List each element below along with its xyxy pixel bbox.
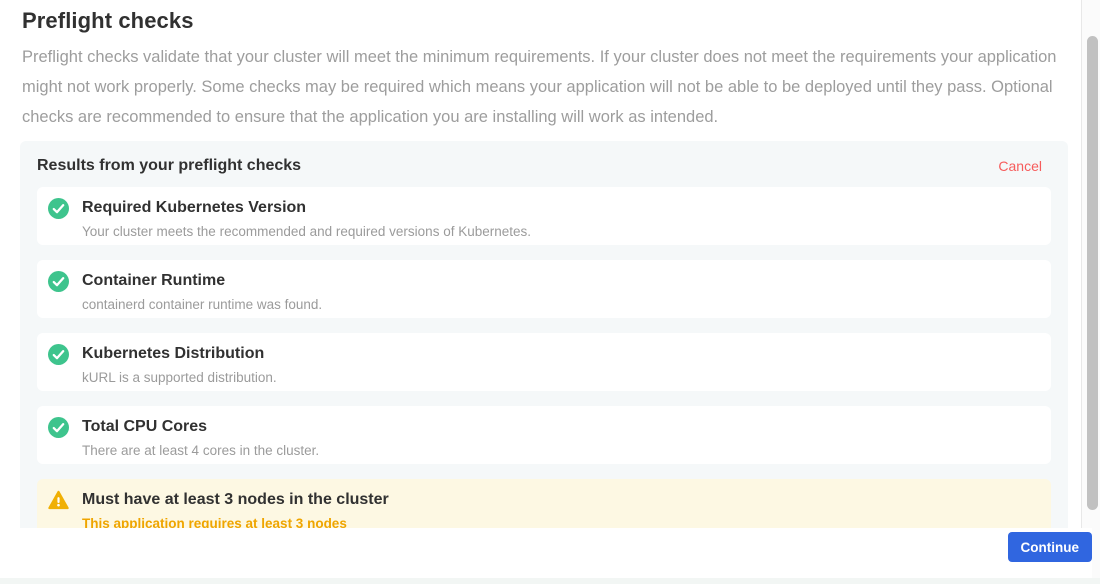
preflight-results-panel: Results from your preflight checks Cance… — [20, 141, 1068, 554]
check-text: Kubernetes Distribution kURL is a suppor… — [82, 342, 277, 385]
check-title: Required Kubernetes Version — [82, 197, 531, 218]
check-text: Container Runtime containerd container r… — [82, 269, 322, 312]
continue-button[interactable]: Continue — [1008, 532, 1093, 562]
check-message: There are at least 4 cores in the cluste… — [82, 443, 319, 458]
panel-header: Results from your preflight checks Cance… — [37, 157, 1051, 175]
checks-list: Required Kubernetes Version Your cluster… — [37, 187, 1051, 537]
check-circle-icon — [48, 417, 69, 438]
check-message: Your cluster meets the recommended and r… — [82, 224, 531, 239]
check-text: Total CPU Cores There are at least 4 cor… — [82, 415, 319, 458]
check-title: Must have at least 3 nodes in the cluste… — [82, 489, 389, 510]
check-message: kURL is a supported distribution. — [82, 370, 277, 385]
page-header: Preflight checks Preflight checks valida… — [22, 8, 1068, 132]
check-row: Kubernetes Distribution kURL is a suppor… — [37, 333, 1051, 391]
cancel-link[interactable]: Cancel — [998, 158, 1042, 174]
check-title: Kubernetes Distribution — [82, 343, 277, 364]
check-circle-icon — [48, 198, 69, 219]
preflight-checks-page: Preflight checks Preflight checks valida… — [0, 0, 1100, 584]
check-circle-icon — [48, 271, 69, 292]
check-message: containerd container runtime was found. — [82, 297, 322, 312]
scrollbar-thumb[interactable] — [1087, 36, 1098, 510]
page-description: Preflight checks validate that your clus… — [22, 42, 1062, 132]
check-row: Total CPU Cores There are at least 4 cor… — [37, 406, 1051, 464]
footer-bar: Continue — [0, 528, 1092, 578]
check-title: Container Runtime — [82, 270, 322, 291]
check-row: Required Kubernetes Version Your cluster… — [37, 187, 1051, 245]
check-row: Container Runtime containerd container r… — [37, 260, 1051, 318]
bottom-strip — [0, 578, 1100, 584]
scrollbar-track[interactable] — [1081, 0, 1100, 584]
panel-title: Results from your preflight checks — [37, 157, 301, 175]
page-title: Preflight checks — [22, 8, 1068, 34]
check-text: Must have at least 3 nodes in the cluste… — [82, 488, 389, 531]
warning-triangle-icon — [48, 490, 69, 511]
check-text: Required Kubernetes Version Your cluster… — [82, 196, 531, 239]
check-circle-icon — [48, 344, 69, 365]
check-title: Total CPU Cores — [82, 416, 319, 437]
